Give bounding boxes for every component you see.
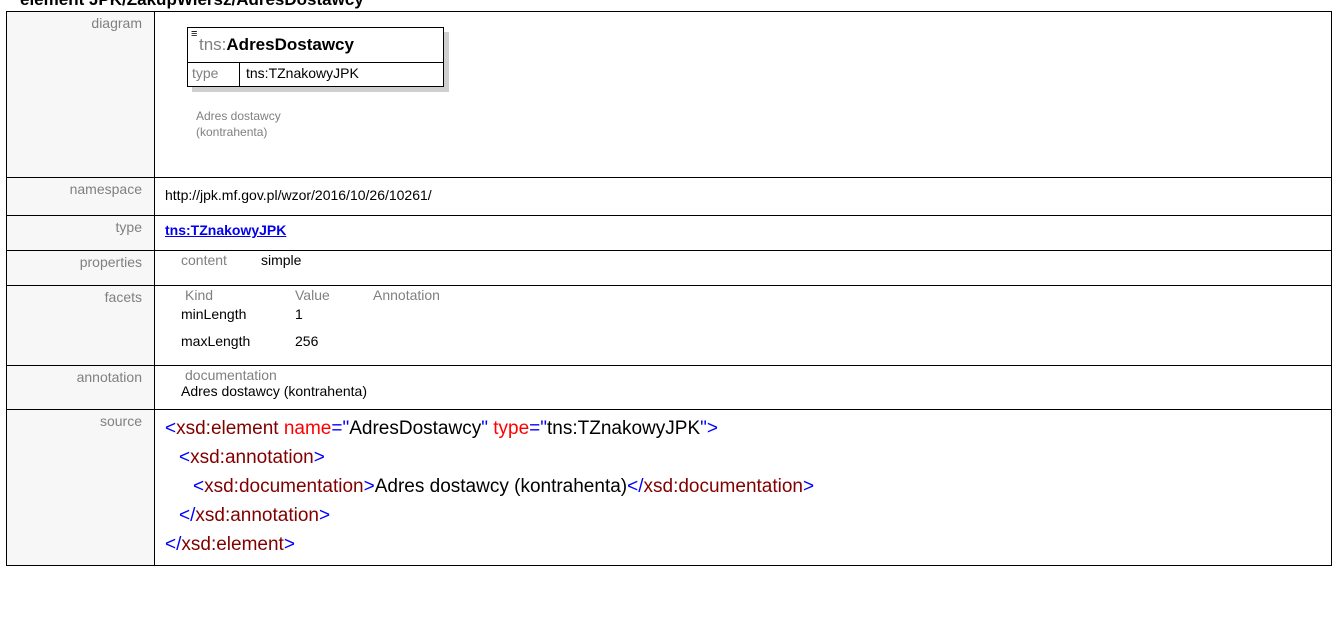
diagram-frame: ≡ tns:AdresDostawcy type tns:TZnakowyJPK xyxy=(187,27,444,87)
facet-kind: maxLength xyxy=(181,333,251,349)
element-doc-table: diagram ≡ tns:AdresDostawcy type tns:TZn… xyxy=(6,11,1332,566)
annotation-value: Adres dostawcy (kontrahenta) xyxy=(181,383,367,399)
facet-value: 1 xyxy=(295,306,303,322)
diagram-note-line1: Adres dostawcy xyxy=(196,109,281,123)
source-token: < xyxy=(165,418,177,439)
source-line: <xsd:element name="AdresDostawcy" type="… xyxy=(165,414,1331,443)
properties-label: properties xyxy=(6,250,155,286)
source-label: source xyxy=(6,409,155,566)
source-code: <xsd:element name="AdresDostawcy" type="… xyxy=(165,414,1331,559)
source-token: Adres dostawcy (kontrahenta) xyxy=(374,476,628,497)
source-row: source <xsd:element name="AdresDostawcy"… xyxy=(6,409,1332,566)
facets-cell: Kind Value Annotation minLength 1 maxLength… xyxy=(154,285,1332,366)
source-token: AdresDostawcy xyxy=(349,418,482,439)
source-token: tns:TZnakowyJPK xyxy=(547,418,701,439)
property-key: content xyxy=(181,252,227,268)
annotation-row: annotation documentation Adres dostawcy … xyxy=(6,365,1332,410)
annotation-cell: documentation Adres dostawcy (kontrahent… xyxy=(154,365,1332,410)
source-token: xsd:annotation xyxy=(190,447,314,468)
source-token: xsd:element xyxy=(176,418,279,439)
source-line: <xsd:documentation>Adres dostawcy (kontr… xyxy=(165,472,1331,501)
diagram-type-label: type xyxy=(192,65,219,81)
type-link[interactable]: tns:TZnakowyJPK xyxy=(165,222,286,238)
diagram-row: diagram ≡ tns:AdresDostawcy type tns:TZn… xyxy=(6,11,1332,178)
source-token: > xyxy=(318,505,331,526)
facet-value: 256 xyxy=(295,333,319,349)
element-diagram: ≡ tns:AdresDostawcy type tns:TZnakowyJPK xyxy=(187,27,449,92)
source-token: type xyxy=(487,418,530,439)
facet-row: maxLength 256 xyxy=(181,331,1331,358)
source-token: xsd:element xyxy=(181,534,284,555)
namespace-label: namespace xyxy=(6,177,155,216)
namespace-row: namespace http://jpk.mf.gov.pl/wzor/2016… xyxy=(6,177,1332,216)
diagram-annotation-note: Adres dostawcy (kontrahenta) xyxy=(196,108,356,140)
facets-table: Kind Value Annotation minLength 1 maxLength… xyxy=(165,287,1331,358)
properties-table: content simple xyxy=(165,252,1331,268)
namespace-value: http://jpk.mf.gov.pl/wzor/2016/10/26/102… xyxy=(165,187,432,203)
properties-cell: content simple xyxy=(154,250,1332,286)
source-token: xsd:documentation xyxy=(204,476,364,497)
source-token: =" xyxy=(529,418,548,439)
facet-kind: minLength xyxy=(181,306,247,322)
source-token: > xyxy=(363,476,375,497)
diagram-label: diagram xyxy=(6,11,155,178)
source-token: name xyxy=(278,418,332,439)
source-token: > xyxy=(313,447,325,468)
annotation-label: annotation xyxy=(6,365,155,410)
diagram-element-name: tns:AdresDostawcy xyxy=(199,35,354,55)
diagram-prefix: tns: xyxy=(199,35,227,54)
diagram-note-line2: (kontrahenta) xyxy=(196,125,268,139)
source-token: </ xyxy=(627,476,644,497)
facets-header-value: Value xyxy=(295,287,330,303)
diagram-type-row: type tns:TZnakowyJPK xyxy=(188,62,443,87)
source-token: xsd:annotation xyxy=(195,505,319,526)
diagram-name: AdresDostawcy xyxy=(226,35,354,54)
diagram-cell: ≡ tns:AdresDostawcy type tns:TZnakowyJPK… xyxy=(154,11,1332,178)
facets-header: Kind Value Annotation xyxy=(181,287,1331,304)
property-value: simple xyxy=(261,252,302,268)
properties-row: properties content simple xyxy=(6,250,1332,286)
type-label: type xyxy=(6,215,155,251)
facets-label: facets xyxy=(6,285,155,366)
facets-row: facets Kind Value Annotation minLength 1 ma… xyxy=(6,285,1332,366)
source-token: "> xyxy=(700,418,718,439)
source-cell: <xsd:element name="AdresDostawcy" type="… xyxy=(154,409,1332,566)
namespace-cell: http://jpk.mf.gov.pl/wzor/2016/10/26/102… xyxy=(154,177,1332,216)
annotation-key: documentation xyxy=(185,367,277,383)
diagram-type-value: tns:TZnakowyJPK xyxy=(246,65,359,81)
facets-header-kind: Kind xyxy=(185,287,214,303)
source-token: xsd:documentation xyxy=(643,476,804,497)
source-token: </ xyxy=(179,505,196,526)
source-token: > xyxy=(283,534,295,555)
type-cell: tns:TZnakowyJPK xyxy=(154,215,1332,251)
source-token: " xyxy=(481,418,488,439)
source-token: > xyxy=(803,476,815,497)
source-token: < xyxy=(193,476,205,497)
documentation-icon: ≡ xyxy=(191,28,198,40)
type-row: type tns:TZnakowyJPK xyxy=(6,215,1332,251)
source-token: < xyxy=(179,447,191,468)
diagram-type-separator xyxy=(239,63,240,87)
facets-header-annotation: Annotation xyxy=(373,287,440,303)
facet-row: minLength 1 xyxy=(181,304,1331,331)
source-line: <xsd:annotation> xyxy=(165,443,1331,472)
annotation-table: documentation Adres dostawcy (kontrahent… xyxy=(165,367,1331,399)
source-token: </ xyxy=(165,534,182,555)
page-title: element JPK/ZakupWiersz/AdresDostawcy xyxy=(20,0,364,10)
source-line: </xsd:annotation> xyxy=(165,501,1331,530)
source-line: </xsd:element> xyxy=(165,530,1331,559)
source-token: =" xyxy=(331,418,350,439)
